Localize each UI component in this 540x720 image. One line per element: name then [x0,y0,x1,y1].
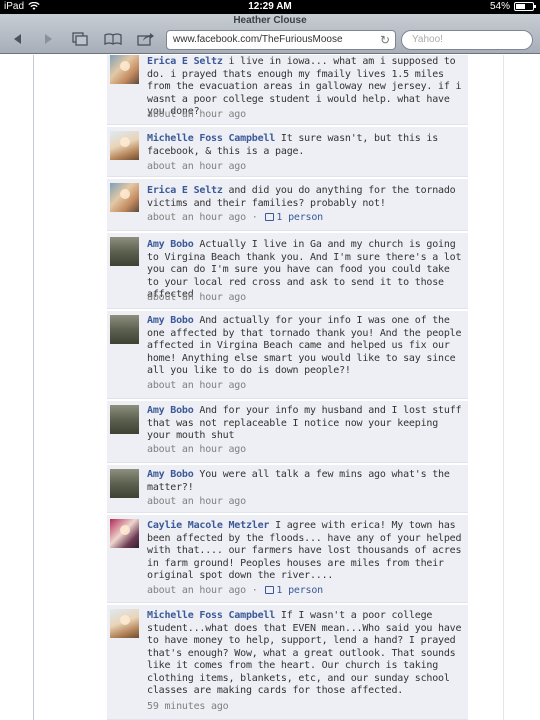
comment-meta: about an hour ago · 1 person [147,212,323,223]
facebook-page: Erica E Seltz i live in iowa... what am … [0,55,540,720]
comment-time[interactable]: 59 minutes ago [147,701,229,712]
comment-item: Amy Bobo And for your info my husband an… [107,401,468,463]
comment-text: Actually I live in Ga and my church is g… [147,239,462,300]
comment-text: And actually for your info I was one of … [147,315,462,376]
avatar[interactable] [110,183,139,212]
avatar[interactable] [110,315,139,344]
forward-icon[interactable] [38,30,58,48]
comment-time[interactable]: about an hour ago [147,292,246,303]
clock: 12:29 AM [248,1,292,12]
comment-meta: about an hour ago [147,380,246,391]
comment-author[interactable]: Erica E Seltz [147,56,223,67]
comment-author[interactable]: Amy Bobo [147,405,194,416]
avatar[interactable] [110,55,139,84]
tabs-button[interactable] [70,30,90,48]
comment-meta: about an hour ago [147,444,246,455]
reload-icon[interactable]: ↻ [380,33,390,47]
search-placeholder: Yahoo! [412,34,443,45]
comment-time[interactable]: about an hour ago [147,212,246,223]
comment-meta: about an hour ago [147,109,246,120]
comment-item: Erica E Seltz i live in iowa... what am … [107,55,468,125]
avatar[interactable] [110,131,139,160]
comment-meta: 59 minutes ago [147,701,229,712]
page-title: Heather Clouse [233,15,307,26]
comment-time[interactable]: about an hour ago [147,496,246,507]
comment-time[interactable]: about an hour ago [147,585,246,596]
browser-toolbar: Heather Clouse www.facebook.com/TheFurio… [0,14,540,54]
comment-time[interactable]: about an hour ago [147,444,246,455]
comment-meta: about an hour ago [147,496,246,507]
battery-percent: 54% [489,1,510,12]
comment-author[interactable]: Amy Bobo [147,315,194,326]
like-count[interactable]: 1 person [276,212,323,223]
comment-author[interactable]: Michelle Foss Campbell [147,133,275,144]
comment-text: If I wasn't a poor college student...wha… [147,610,462,696]
like-count[interactable]: 1 person [276,585,323,596]
comment-item: Amy Bobo And actually for your info I wa… [107,311,468,399]
right-divider [503,55,504,720]
comment-item: Amy Bobo You were all talk a few mins ag… [107,465,468,513]
avatar[interactable] [110,405,139,434]
comment-author[interactable]: Caylie Macole Metzler [147,520,269,531]
comment-time[interactable]: about an hour ago [147,161,246,172]
left-divider [33,55,34,720]
comment-author[interactable]: Erica E Seltz [147,185,223,196]
back-icon[interactable] [8,30,28,48]
comment-time[interactable]: about an hour ago [147,109,246,120]
comment-author[interactable]: Amy Bobo [147,239,194,250]
comment-meta: about an hour ago · 1 person [147,585,323,596]
comment-item: Amy Bobo Actually I live in Ga and my ch… [107,233,468,309]
like-thumb-icon [265,213,275,221]
comment-meta: about an hour ago [147,161,246,172]
like-thumb-icon [265,586,275,594]
comment-item: Erica E Seltz and did you do anything fo… [107,179,468,231]
share-icon[interactable] [136,30,156,48]
comment-meta: about an hour ago [147,292,246,303]
comment-text: And for your info my husband and I lost … [147,405,462,441]
comment-author[interactable]: Michelle Foss Campbell [147,610,275,621]
comment-item: Michelle Foss Campbell If I wasn't a poo… [107,605,468,720]
comment-time[interactable]: about an hour ago [147,380,246,391]
url-text: www.facebook.com/TheFuriousMoose [173,34,343,45]
comment-author[interactable]: Amy Bobo [147,469,194,480]
avatar[interactable] [110,469,139,498]
battery-icon [514,2,536,11]
avatar[interactable] [110,609,139,638]
comment-item: Michelle Foss Campbell It sure wasn't, b… [107,127,468,177]
bookmarks-icon[interactable] [103,30,123,48]
avatar[interactable] [110,519,139,548]
address-bar[interactable]: www.facebook.com/TheFuriousMoose ↻ [166,30,396,50]
avatar[interactable] [110,237,139,266]
status-bar: iPad 12:29 AM 54% [0,0,540,14]
search-input[interactable]: Yahoo! [401,30,533,50]
comment-item: Caylie Macole Metzler I agree with erica… [107,515,468,603]
